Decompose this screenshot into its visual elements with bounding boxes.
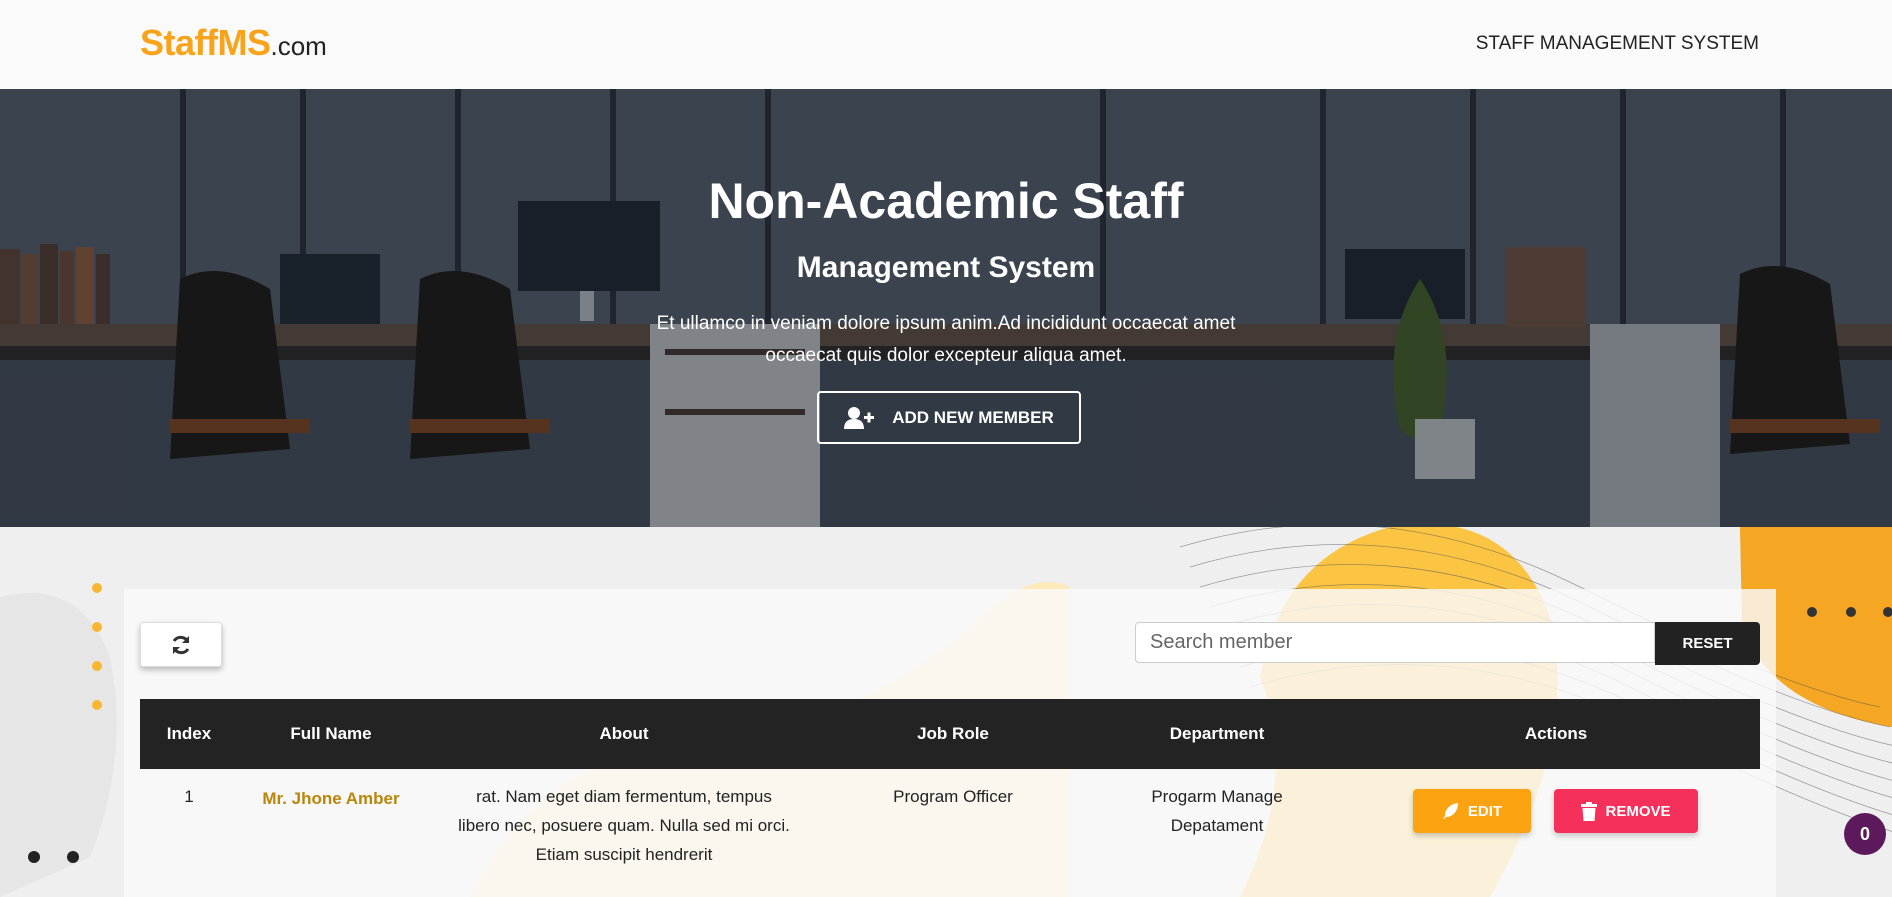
nav-system-title[interactable]: STAFF MANAGEMENT SYSTEM [1476, 33, 1759, 55]
trash-icon [1581, 801, 1598, 821]
add-new-member-label: ADD NEW MEMBER [892, 407, 1054, 427]
hero-subtitle: Management System [796, 251, 1096, 284]
row-job-role: Program Officer [893, 787, 1013, 806]
column-header-job-role: Job Role [917, 724, 989, 743]
staff-section: RESET Index Full Name About Job Role Dep… [0, 527, 1892, 897]
row-index: 1 [184, 787, 194, 806]
add-user-icon [844, 406, 875, 429]
search-member-input[interactable] [1135, 622, 1655, 663]
add-new-member-button[interactable]: ADD NEW MEMBER [817, 391, 1081, 444]
staff-table-card: RESET Index Full Name About Job Role Dep… [124, 589, 1776, 897]
column-header-full-name: Full Name [290, 724, 372, 743]
edit-button[interactable]: EDIT [1413, 789, 1531, 833]
hero-description-line: occaecat quis dolor excepteur aliqua ame… [765, 345, 1127, 366]
hero-description-line: Et ullamco in veniam dolore ipsum anim.A… [656, 313, 1236, 334]
about-text-line: Etiam suscipit hendrerit [535, 845, 713, 864]
hero-banner: Non-Academic Staff Management System Et … [0, 89, 1892, 527]
department-text-line: Depatament [1170, 816, 1264, 835]
department-text-line: Progarm Manage [1151, 787, 1283, 806]
reset-button[interactable]: RESET [1655, 622, 1760, 665]
refresh-button[interactable] [140, 622, 222, 667]
column-header-about: About [599, 724, 649, 743]
brand-main-text: StaffMS [140, 22, 271, 63]
about-text-line: libero nec, posuere quam. Nulla sed mi o… [458, 816, 790, 835]
remove-label: REMOVE [1605, 802, 1671, 820]
about-text-line: rat. Nam eget diam fermentum, tempus [476, 787, 772, 806]
hero-title: Non-Academic Staff [708, 173, 1184, 229]
edit-label: EDIT [1467, 802, 1503, 820]
brand-logo[interactable]: StaffMS.com [140, 22, 327, 64]
remove-button[interactable]: REMOVE [1554, 789, 1698, 833]
refresh-icon [172, 635, 190, 654]
table-row: 1 Mr. Jhone Amber rat. Nam eget diam fer… [140, 769, 1760, 897]
column-header-department: Department [1169, 724, 1265, 743]
row-department: Progarm Manage Depatament [1082, 782, 1352, 840]
row-about: rat. Nam eget diam fermentum, tempus lib… [424, 782, 824, 869]
column-header-index: Index [166, 724, 212, 743]
top-navbar: StaffMS.com STAFF MANAGEMENT SYSTEM [0, 0, 1892, 90]
notification-count-badge[interactable]: 0 [1844, 813, 1886, 855]
table-header: Index Full Name About Job Role Departmen… [140, 699, 1760, 769]
staff-name-link[interactable]: Mr. Jhone Amber [238, 784, 424, 813]
feather-icon [1442, 803, 1458, 819]
column-header-actions: Actions [1524, 724, 1588, 743]
hero-description: Et ullamco in veniam dolore ipsum anim.A… [0, 308, 1892, 372]
brand-tld-text: .com [270, 31, 327, 61]
